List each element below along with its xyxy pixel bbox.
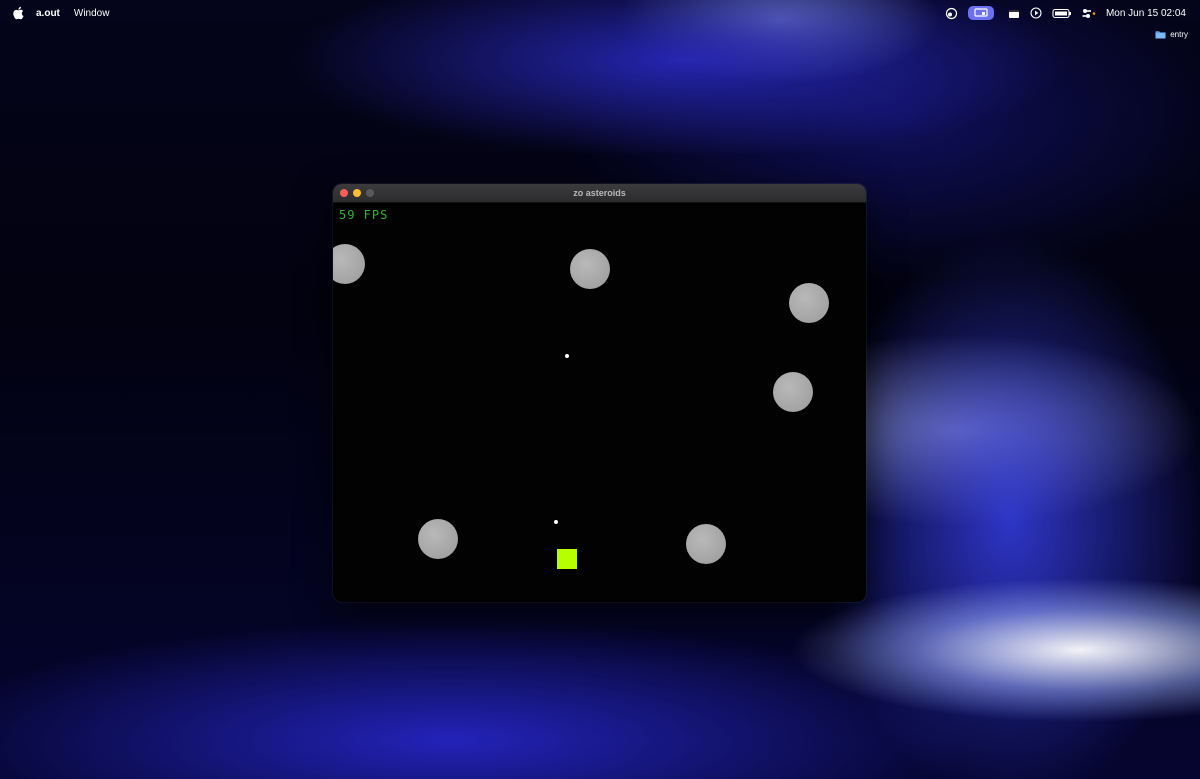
asteroid [686,524,726,564]
asteroid [333,244,365,284]
app-menu-name[interactable]: a.out [36,8,60,19]
bullet [554,520,558,524]
menu-bar: a.out Window Mon Jun 15 02:04 [0,0,1200,26]
fps-counter: 59 FPS [339,208,389,222]
display-icon[interactable] [967,6,994,20]
desktop-item-entry[interactable]: entry [1155,30,1188,39]
battery-icon[interactable] [1052,8,1072,19]
control-center-icon[interactable] [1082,8,1096,19]
bullet [565,354,569,358]
status-area: Mon Jun 15 02:04 [945,0,1200,26]
menu-item-window[interactable]: Window [74,8,110,19]
window-titlebar[interactable]: zo asteroids [333,184,866,203]
window-title: zo asteroids [573,188,626,198]
asteroid [418,519,458,559]
clapper-icon[interactable] [1008,8,1020,19]
play-icon[interactable] [1030,7,1042,19]
asteroid [789,283,829,323]
player-ship [557,549,577,569]
screen-share-icon[interactable] [945,7,958,20]
asteroid [570,249,610,289]
folder-icon [1155,31,1166,39]
game-canvas[interactable]: 59 FPS [333,203,866,602]
apple-icon[interactable] [12,6,24,20]
desktop-item-label: entry [1170,30,1188,39]
asteroid [773,372,813,412]
app-window: zo asteroids 59 FPS [333,184,866,602]
menu-bar-clock[interactable]: Mon Jun 15 02:04 [1106,8,1186,19]
